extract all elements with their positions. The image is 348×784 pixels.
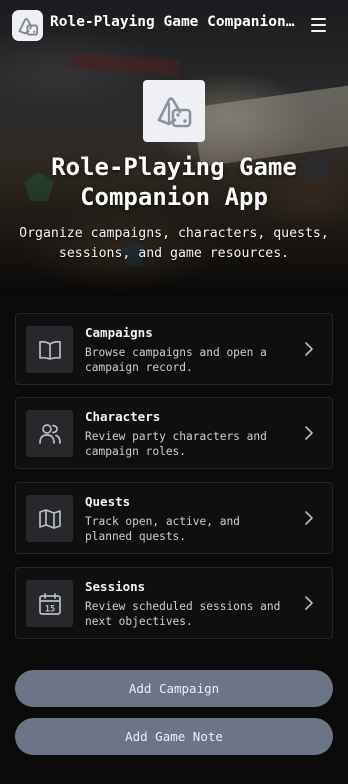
- hamburger-menu-icon[interactable]: [308, 14, 330, 36]
- users-icon: [38, 423, 61, 444]
- calendar-icon: 15: [38, 592, 61, 615]
- app-header: Role-Playing Game Companion App: [0, 0, 348, 50]
- hero-subtitle: Organize campaigns, characters, quests, …: [19, 226, 329, 261]
- card-description: Browse campaigns and open a campaign rec…: [85, 346, 267, 374]
- map-icon: [38, 508, 61, 529]
- nav-card-sessions[interactable]: 15 Sessions Review scheduled sessions an…: [15, 567, 333, 639]
- card-description: Review party characters and campaign rol…: [85, 430, 267, 458]
- card-icon-box: [26, 495, 73, 542]
- chevron-right-icon: [305, 596, 313, 610]
- chevron-right-icon: [305, 511, 313, 525]
- calendar-icon-date: 15: [44, 604, 54, 614]
- add-game-note-button[interactable]: Add Game Note: [15, 718, 333, 755]
- chevron-right-icon: [305, 426, 313, 440]
- app-logo[interactable]: [12, 10, 43, 41]
- card-icon-box: [26, 326, 73, 373]
- nav-card-characters[interactable]: Characters Review party characters and c…: [15, 397, 333, 469]
- hero-title: Role-Playing Game Companion App: [51, 153, 297, 211]
- add-campaign-button[interactable]: Add Campaign: [15, 670, 333, 707]
- card-title: Characters: [85, 409, 161, 424]
- card-title: Sessions: [85, 579, 146, 594]
- card-description: Review scheduled sessions and next objec…: [85, 600, 281, 628]
- book-open-icon: [38, 340, 61, 360]
- card-icon-box: [26, 410, 73, 457]
- dice-icon: [157, 97, 192, 128]
- card-description: Track open, active, and planned quests.: [85, 515, 240, 543]
- app-title: Role-Playing Game Companion App: [50, 14, 302, 30]
- card-title: Quests: [85, 494, 131, 509]
- nav-card-quests[interactable]: Quests Track open, active, and planned q…: [15, 482, 333, 554]
- chevron-right-icon: [305, 342, 313, 356]
- card-icon-box: 15: [26, 580, 73, 627]
- hero-dice-logo: [143, 80, 205, 142]
- dice-icon: [18, 17, 38, 35]
- card-title: Campaigns: [85, 325, 153, 340]
- nav-card-campaigns[interactable]: Campaigns Browse campaigns and open a ca…: [15, 313, 333, 385]
